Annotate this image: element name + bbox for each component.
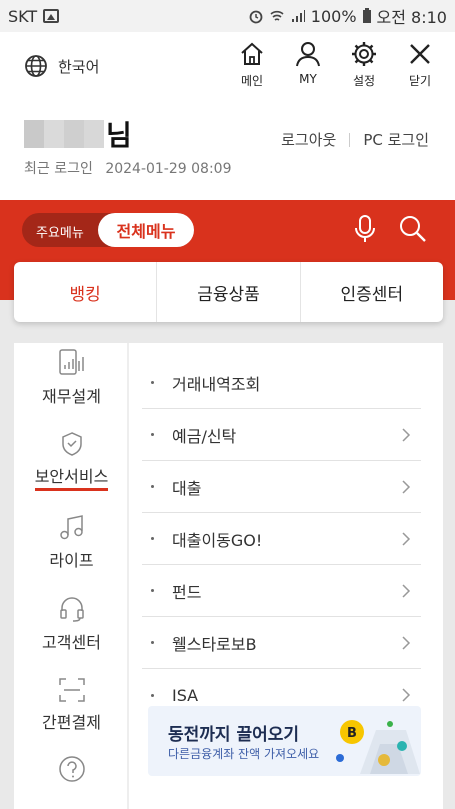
list-item-label: 펀드	[172, 582, 202, 602]
my-button[interactable]: MY	[283, 40, 333, 89]
chevron-right-icon	[402, 584, 411, 598]
last-login: 최근 로그인 2024-01-29 08:09	[24, 158, 239, 178]
home-icon	[241, 42, 263, 65]
chevron-right-icon	[402, 428, 411, 442]
list-item-fund[interactable]: 펀드	[142, 565, 421, 617]
list-item-transaction-history[interactable]: 거래내역조회	[142, 357, 421, 409]
clock: 오전 8:10	[376, 8, 447, 27]
main-menu-option[interactable]: 주요메뉴	[36, 222, 84, 241]
finance-chart-icon	[58, 349, 84, 375]
list-item-label: 거래내역조회	[172, 374, 261, 394]
all-menu-option[interactable]: 전체메뉴	[98, 213, 194, 247]
sidebar-item-easy-payment[interactable]: 간편결제	[14, 677, 129, 733]
svg-text:B: B	[347, 726, 357, 741]
tab-financial-products[interactable]: 금융상품	[157, 262, 301, 322]
chevron-right-icon	[402, 636, 411, 650]
list-item-label: 웰스타로보B	[172, 634, 257, 654]
language-selector[interactable]: 한국어	[24, 54, 99, 78]
sidebar-item-life[interactable]: 라이프	[14, 513, 129, 571]
list-item-wealth-robo[interactable]: 웰스타로보B	[142, 617, 421, 669]
battery-icon	[362, 8, 371, 23]
name-suffix: 님	[106, 119, 132, 152]
list-item-loan-transfer[interactable]: 대출이동GO!	[142, 513, 421, 565]
banner-subtitle: 다른금융계좌 잔액 가져오세요	[168, 747, 320, 761]
sidebar-item-security-service[interactable]: 보안서비스	[14, 431, 129, 491]
bullet	[151, 485, 154, 488]
divider	[349, 132, 351, 147]
home-label: 메인	[240, 74, 264, 88]
settings-label: 설정	[352, 74, 376, 88]
microphone-icon[interactable]	[352, 214, 378, 244]
account-links: 로그아웃 PC 로그인	[281, 129, 429, 150]
gear-icon	[352, 42, 376, 66]
list-item-deposit-trust[interactable]: 예금/신탁	[142, 409, 421, 461]
sidebar-label: 라이프	[49, 551, 94, 570]
list-item-loan[interactable]: 대출	[142, 461, 421, 513]
gallery-notification-icon	[43, 9, 60, 23]
last-login-label: 최근 로그인	[24, 161, 93, 177]
bullet	[151, 381, 154, 384]
globe-icon	[25, 55, 47, 77]
battery-level: 100%	[310, 6, 357, 26]
list-item-label: ISA	[172, 685, 199, 705]
person-icon	[296, 42, 320, 67]
help-icon	[58, 756, 85, 782]
scan-frame-icon	[58, 678, 85, 702]
music-note-icon	[59, 515, 83, 540]
masked-name	[24, 120, 104, 148]
header: 한국어 메인 MY 설정 닫기 님 최근 로그인 2024-01-29 08:0…	[0, 32, 455, 200]
banner-title: 동전까지 끌어오기	[168, 725, 300, 745]
language-label: 한국어	[58, 57, 100, 76]
bullet	[151, 589, 154, 592]
submenu-list: 거래내역조회 예금/신탁 대출 대출이동GO! 펀드 웰스타로보B ISA	[142, 357, 421, 721]
chevron-right-icon	[402, 480, 411, 494]
coin-illustration-icon: B	[336, 720, 420, 774]
close-label: 닫기	[408, 74, 432, 88]
sidebar-label: 고객센터	[42, 633, 101, 652]
list-item-label: 대출이동GO!	[172, 530, 263, 550]
settings-button[interactable]: 설정	[339, 40, 389, 89]
signal-icon	[291, 10, 305, 22]
headset-icon	[59, 597, 84, 622]
user-name: 님	[24, 114, 132, 154]
tab-certification-center[interactable]: 인증센터	[301, 262, 443, 322]
alarm-icon	[249, 10, 263, 24]
bullet	[151, 433, 154, 436]
bullet	[151, 641, 154, 644]
menu-toggle[interactable]: 주요메뉴 전체메뉴	[22, 213, 194, 247]
logout-link[interactable]: 로그아웃	[281, 129, 336, 150]
search-icon[interactable]	[398, 214, 428, 244]
chevron-right-icon	[402, 688, 411, 702]
sidebar: 재무설계 보안서비스 라이프 고객센터 간편결제	[14, 343, 129, 809]
sidebar-label: 간편결제	[42, 713, 101, 732]
menu-panel: 재무설계 보안서비스 라이프 고객센터 간편결제 거래내역조회 예금/신탁 대출…	[14, 343, 443, 809]
list-item-label: 예금/신탁	[172, 426, 237, 446]
carrier-label: SKT	[8, 6, 38, 26]
chevron-right-icon	[402, 532, 411, 546]
last-login-value: 2024-01-29 08:09	[105, 161, 232, 177]
category-tabs: 뱅킹 금융상품 인증센터	[14, 262, 443, 322]
home-button[interactable]: 메인	[227, 40, 277, 89]
sidebar-item-financial-planning[interactable]: 재무설계	[14, 349, 129, 407]
my-label: MY	[299, 72, 317, 86]
promo-banner[interactable]: 동전까지 끌어오기 다른금융계좌 잔액 가져오세요 B	[148, 706, 421, 776]
shield-icon	[61, 432, 82, 456]
close-button[interactable]: 닫기	[395, 40, 445, 89]
list-item-label: 대출	[172, 478, 202, 498]
status-bar: SKT 100% 오전 8:10	[0, 0, 455, 32]
sidebar-item-customer-center[interactable]: 고객센터	[14, 595, 129, 653]
wifi-icon	[270, 10, 284, 21]
bullet	[151, 537, 154, 540]
tab-banking[interactable]: 뱅킹	[14, 262, 158, 322]
pc-login-link[interactable]: PC 로그인	[363, 129, 429, 150]
sidebar-item-help[interactable]	[14, 755, 129, 789]
sidebar-label: 보안서비스	[34, 463, 109, 491]
bullet	[151, 693, 154, 697]
close-icon	[410, 44, 430, 64]
sidebar-label: 재무설계	[42, 387, 101, 406]
